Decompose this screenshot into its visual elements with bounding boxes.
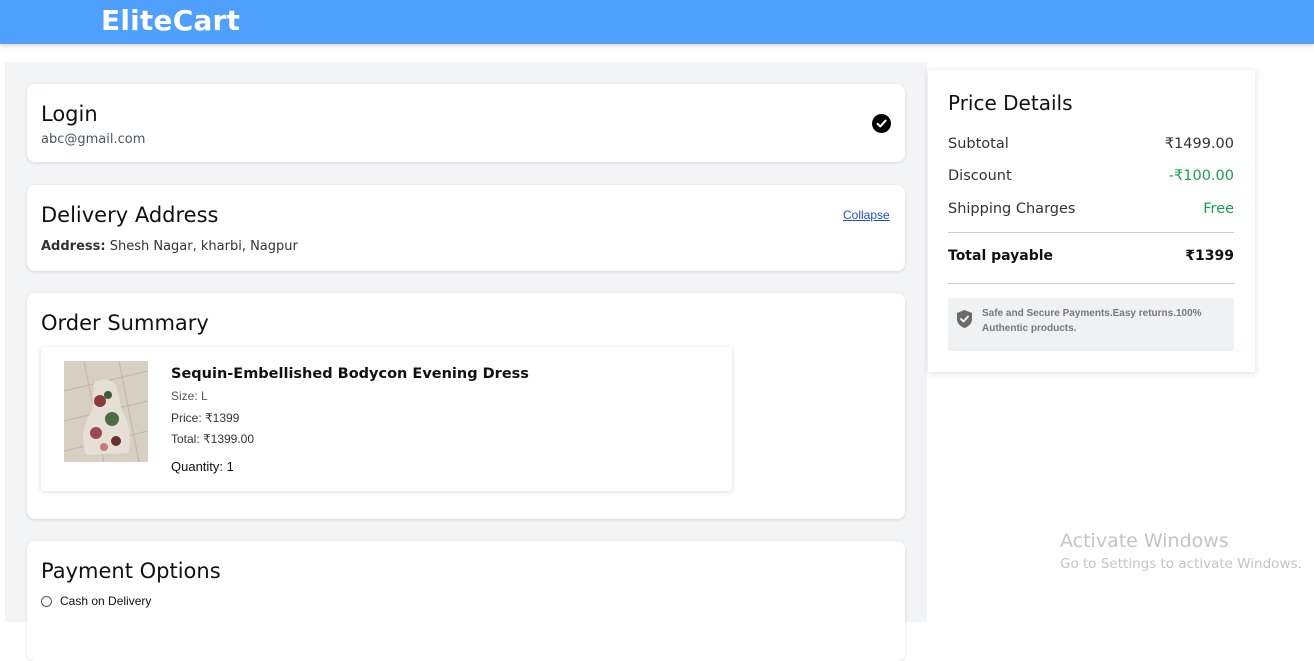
product-price: Price: ₹1399 <box>171 411 240 425</box>
collapse-link[interactable]: Collapse <box>843 208 890 222</box>
payment-options-card: Payment Options Cash on Delivery <box>27 541 905 661</box>
payment-options-title: Payment Options <box>41 559 221 583</box>
login-email: abc@gmail.com <box>41 132 146 147</box>
windows-activation-subtitle: Go to Settings to activate Windows. <box>1060 556 1302 572</box>
login-title: Login <box>41 102 98 126</box>
secure-payments-text: Safe and Secure Payments.Easy returns.10… <box>982 308 1202 334</box>
top-navbar: EliteCart <box>0 0 1314 44</box>
product-size: Size: L <box>171 389 208 403</box>
delivery-address-card: Delivery Address Collapse Address: Shesh… <box>27 185 905 271</box>
order-summary-title: Order Summary <box>41 311 209 335</box>
divider <box>948 232 1234 233</box>
delivery-address-title: Delivery Address <box>41 203 219 227</box>
shipping-row: Shipping Charges Free <box>948 201 1234 217</box>
order-summary-card: Order Summary Sequin-Embellished Bodycon… <box>27 293 905 519</box>
shield-icon <box>956 309 973 334</box>
order-item: Sequin-Embellished Bodycon Evening Dress… <box>41 347 732 491</box>
brand-logo[interactable]: EliteCart <box>101 4 240 37</box>
discount-row: Discount -₹100.00 <box>948 168 1234 184</box>
address-line: Address: Shesh Nagar, kharbi, Nagpur <box>41 239 298 254</box>
price-details-title: Price Details <box>948 91 1073 115</box>
checkout-steps-panel: Login abc@gmail.com Delivery Address Col… <box>5 62 927 661</box>
cod-radio[interactable] <box>41 595 52 607</box>
windows-activation-title: Activate Windows <box>1060 530 1229 552</box>
product-quantity: Quantity: 1 <box>171 459 234 474</box>
check-circle-icon <box>872 114 891 133</box>
product-name[interactable]: Sequin-Embellished Bodycon Evening Dress <box>171 366 529 382</box>
secure-payments-banner: Safe and Secure Payments.Easy returns.10… <box>948 298 1234 351</box>
total-row: Total payable ₹1399 <box>948 248 1234 264</box>
product-total: Total: ₹1399.00 <box>171 432 255 446</box>
shipping-value: Free <box>1203 201 1234 217</box>
subtotal-value: ₹1499.00 <box>1164 136 1234 152</box>
product-image <box>64 361 148 462</box>
address-label: Address: <box>41 239 106 254</box>
subtotal-label: Subtotal <box>948 136 1009 152</box>
login-card: Login abc@gmail.com <box>27 84 905 162</box>
discount-value: -₹100.00 <box>1168 168 1234 184</box>
price-details-card: Price Details Subtotal ₹1499.00 Discount… <box>928 70 1255 372</box>
address-value: Shesh Nagar, kharbi, Nagpur <box>109 239 298 254</box>
total-value: ₹1399 <box>1185 248 1234 264</box>
discount-label: Discount <box>948 168 1012 184</box>
shipping-label: Shipping Charges <box>948 201 1076 217</box>
subtotal-row: Subtotal ₹1499.00 <box>948 136 1234 152</box>
divider <box>948 283 1234 284</box>
total-label: Total payable <box>948 248 1054 264</box>
